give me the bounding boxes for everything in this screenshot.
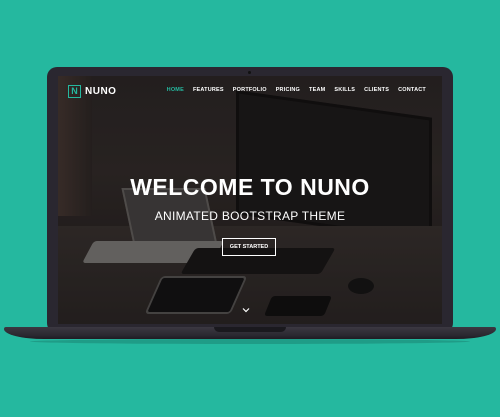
nav-item-team[interactable]: TEAM — [309, 87, 325, 93]
get-started-button[interactable]: GET STARTED — [222, 238, 276, 256]
nav-item-skills[interactable]: SKILLS — [334, 87, 355, 93]
laptop-notch — [214, 327, 286, 332]
logo-icon: N — [68, 85, 81, 98]
camera-icon — [248, 71, 251, 74]
nav-menu: HOME FEATURES PORTFOLIO PRICING TEAM SKI… — [167, 87, 426, 93]
top-navigation: N NUNO HOME FEATURES PORTFOLIO PRICING T… — [58, 76, 442, 106]
nav-item-home[interactable]: HOME — [167, 87, 184, 93]
nav-item-pricing[interactable]: PRICING — [276, 87, 300, 93]
nav-item-features[interactable]: FEATURES — [193, 87, 224, 93]
hero-title: WELCOME TO NUNO — [130, 174, 370, 200]
laptop-shadow — [30, 339, 470, 344]
nav-item-portfolio[interactable]: PORTFOLIO — [233, 87, 267, 93]
website-screen: N NUNO HOME FEATURES PORTFOLIO PRICING T… — [58, 76, 442, 324]
nav-item-contact[interactable]: CONTACT — [398, 87, 426, 93]
chevron-down-icon[interactable] — [242, 306, 250, 314]
nav-item-clients[interactable]: CLIENTS — [364, 87, 389, 93]
hero-subtitle: ANIMATED BOOTSTRAP THEME — [154, 209, 346, 223]
brand-logo[interactable]: N NUNO — [68, 85, 116, 98]
brand-name: NUNO — [85, 86, 117, 97]
